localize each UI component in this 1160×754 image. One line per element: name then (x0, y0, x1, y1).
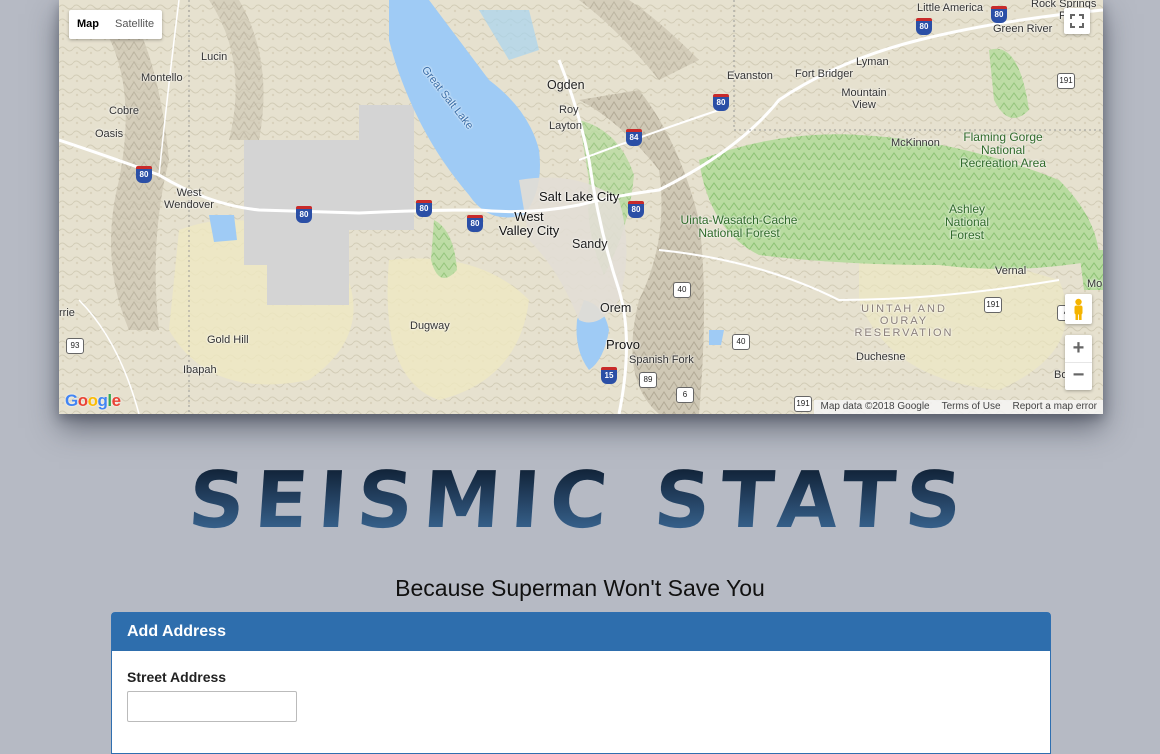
city-label: Duchesne (856, 351, 906, 363)
city-label: Sandy (572, 237, 608, 251)
interstate-shield: 80 (467, 215, 483, 232)
city-label: Montello (141, 72, 183, 84)
city-label: Mo (1087, 278, 1103, 290)
interstate-shield: 80 (628, 201, 644, 218)
interstate-shield: 15 (601, 367, 617, 384)
city-label: Little America (917, 2, 984, 14)
reservation-label: UINTAH AND OURAY RESERVATION (854, 303, 954, 339)
interstate-shield: 80 (416, 200, 432, 217)
us-highway-shield: 6 (676, 387, 694, 403)
us-highway-shield: 40 (732, 334, 750, 350)
city-label: Provo (606, 337, 640, 352)
city-label: McKinnon (891, 137, 940, 149)
park-label: Ashley National Forest (944, 202, 990, 242)
map-data-text: Map data ©2018 Google (820, 401, 930, 412)
park-label: Flaming Gorge National Recreation Area (959, 130, 1047, 170)
interstate-shield: 80 (296, 206, 312, 223)
terms-link[interactable]: Terms of Use (942, 400, 1001, 414)
pegman-icon (1074, 298, 1083, 320)
panel-heading: Add Address (112, 613, 1050, 651)
city-label: West Valley City (498, 209, 560, 238)
city-label: Dugway (410, 320, 450, 332)
map-type-map-button[interactable]: Map (69, 10, 107, 39)
street-address-label: Street Address (127, 669, 227, 685)
interstate-shield: 80 (991, 6, 1007, 23)
interstate-shield: 84 (626, 129, 642, 146)
street-address-input[interactable] (127, 691, 297, 722)
city-label: Green River (993, 23, 1053, 35)
interstate-shield: 80 (916, 18, 932, 35)
fullscreen-button[interactable] (1064, 8, 1090, 34)
street-view-button[interactable] (1065, 294, 1092, 324)
interstate-shield: 80 (136, 166, 152, 183)
city-label: rrie (59, 307, 75, 319)
city-label: Spanish Fork (629, 354, 694, 366)
city-label: Mountain View (841, 87, 887, 111)
city-label: Orem (600, 301, 632, 315)
page-title: SEISMIC STATS (0, 456, 1160, 546)
interstate-shield: 80 (713, 94, 729, 111)
us-highway-shield: 93 (66, 338, 84, 354)
city-label: Fort Bridger (795, 68, 854, 80)
page-subtitle: Because Superman Won't Save You (395, 575, 765, 601)
city-label: Lucin (201, 51, 228, 63)
google-logo[interactable]: Google (65, 391, 121, 411)
city-label: Cobre (109, 105, 139, 117)
add-address-panel: Add Address Street Address (111, 612, 1051, 754)
zoom-in-button[interactable]: + (1065, 335, 1092, 363)
city-label: Evanston (727, 70, 773, 82)
city-label: Salt Lake City (539, 189, 620, 204)
us-highway-shield: 191 (1057, 73, 1075, 89)
city-label: Layton (549, 120, 583, 132)
city-label: West Wendover (164, 187, 214, 211)
city-label: Ogden (547, 78, 585, 92)
city-label: Oasis (95, 128, 124, 140)
us-highway-shield: 191 (984, 297, 1002, 313)
city-label: Gold Hill (207, 334, 249, 346)
map-widget[interactable]: Little America Green River Lucin Montell… (59, 0, 1103, 414)
report-error-link[interactable]: Report a map error (1013, 400, 1097, 414)
map-type-satellite-button[interactable]: Satellite (107, 10, 162, 39)
map-type-control: Map Satellite (69, 10, 163, 39)
us-highway-shield: 40 (673, 282, 691, 298)
city-label: Ibapah (183, 364, 217, 376)
us-highway-shield: 89 (639, 372, 657, 388)
map-attribution: Map data ©2018 Google Terms of Use Repor… (814, 400, 1103, 414)
zoom-out-button[interactable]: − (1065, 363, 1092, 390)
fullscreen-icon (1070, 14, 1084, 28)
park-label: Uinta-Wasatch-Cache National Forest (680, 213, 798, 240)
city-label: Roy (559, 104, 579, 116)
city-label: Lyman (856, 56, 889, 68)
us-highway-shield: 191 (794, 396, 812, 412)
city-label: Vernal (995, 265, 1027, 277)
zoom-control: + − (1065, 335, 1092, 390)
